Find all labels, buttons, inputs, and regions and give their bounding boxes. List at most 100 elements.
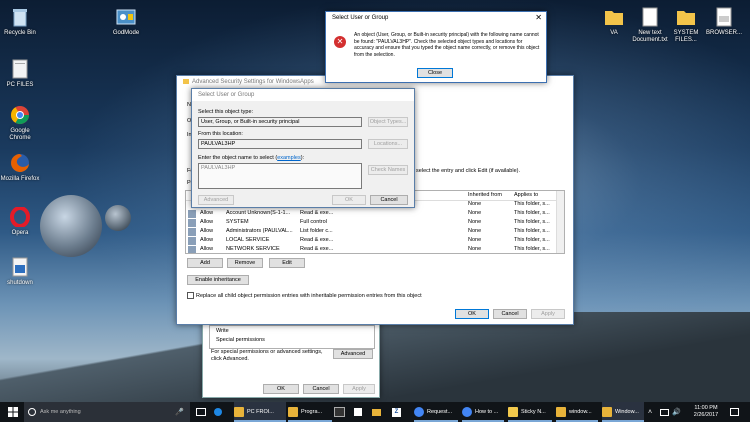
- taskbar-item-windows-apps[interactable]: Window...: [602, 402, 644, 422]
- desktop-icon-system-files[interactable]: SYSTEM FILES...: [666, 6, 706, 44]
- apply-button[interactable]: Apply: [531, 309, 565, 319]
- table-row[interactable]: Allow Account Unknown(S-1-1... Read & ex…: [186, 209, 556, 218]
- table-row[interactable]: Allow NETWORK SERVICE Read & exe... None…: [186, 245, 556, 253]
- sticky-notes-icon: [508, 407, 518, 417]
- desktop-icon-pc-files[interactable]: PC FILES: [0, 58, 40, 89]
- location-field: PAULVAL3HP: [198, 139, 362, 149]
- col-header-inherited[interactable]: Inherited from: [468, 192, 502, 198]
- error-dialog-titlebar[interactable]: Select User or Group ✕: [326, 12, 546, 24]
- col-header-applies[interactable]: Applies to: [514, 192, 538, 198]
- folder-icon: [603, 6, 625, 28]
- firefox-icon: [9, 152, 31, 174]
- chrome-icon: [9, 104, 31, 126]
- ok-button[interactable]: OK: [332, 195, 366, 205]
- chrome-icon: [414, 407, 424, 417]
- examples-link[interactable]: examples: [277, 155, 301, 161]
- taskbar-item-pc-froi[interactable]: PC FROI...: [234, 402, 286, 422]
- control-panel-icon: [115, 6, 137, 28]
- chrome-icon: [462, 407, 472, 417]
- cancel-button[interactable]: Cancel: [303, 384, 339, 394]
- enable-inheritance-button[interactable]: Enable inheritance: [187, 275, 249, 285]
- network-icon[interactable]: [660, 402, 670, 422]
- start-button[interactable]: [8, 402, 18, 422]
- location-label: From this location:: [198, 131, 243, 137]
- search-box[interactable]: Ask me anything 🎤: [24, 402, 190, 422]
- action-center-icon[interactable]: [730, 402, 740, 422]
- error-icon: ✕: [334, 36, 346, 48]
- desktop-icon-opera[interactable]: Opera: [0, 206, 40, 237]
- close-button[interactable]: Close: [417, 68, 453, 78]
- apply-button[interactable]: Apply: [343, 384, 375, 394]
- wallpaper-moon: [105, 205, 131, 231]
- folder-icon: [183, 78, 189, 84]
- table-row[interactable]: Allow LOCAL SERVICE Read & exe... None T…: [186, 236, 556, 245]
- cmd-icon[interactable]: [334, 402, 348, 422]
- text-file-icon: [639, 6, 661, 28]
- object-types-button[interactable]: Object Types...: [368, 117, 408, 127]
- search-icon: [28, 408, 36, 416]
- object-name-input[interactable]: PAULVAL3HP: [198, 163, 362, 189]
- group-icon: [188, 228, 196, 236]
- select-user-dialog: Select User or Group Select this object …: [191, 88, 415, 208]
- edit-button[interactable]: Edit: [269, 258, 305, 268]
- desktop-icon-godmode[interactable]: GodMode: [106, 6, 146, 37]
- permissions-list[interactable]: Write Special permissions: [209, 325, 375, 349]
- desktop-icon-va[interactable]: VA: [594, 6, 634, 37]
- wallpaper-planet: [40, 195, 102, 257]
- select-user-titlebar[interactable]: Select User or Group: [192, 89, 414, 101]
- taskbar-item-sticky-notes[interactable]: Sticky N...: [508, 402, 552, 422]
- remove-button[interactable]: Remove: [227, 258, 263, 268]
- opera-icon: [9, 206, 31, 228]
- table-row[interactable]: Allow Administrators (PAULVAL... List fo…: [186, 227, 556, 236]
- advanced-button[interactable]: Advanced: [198, 195, 234, 205]
- taskbar-item-how-to[interactable]: How to ...: [462, 402, 504, 422]
- bin-file-icon: [713, 6, 735, 28]
- table-scrollbar[interactable]: [556, 191, 564, 253]
- instructions-text: , select the entry and click Edit (if av…: [413, 168, 520, 174]
- cancel-button[interactable]: Cancel: [493, 309, 527, 319]
- ok-button[interactable]: OK: [263, 384, 299, 394]
- table-row[interactable]: Allow SYSTEM Full control None This fold…: [186, 218, 556, 227]
- microphone-icon[interactable]: 🎤: [175, 408, 184, 416]
- object-type-field: User, Group, or Built-in security princi…: [198, 117, 362, 127]
- ok-button[interactable]: OK: [455, 309, 489, 319]
- desktop-icon-firefox[interactable]: Mozilla Firefox: [0, 152, 40, 183]
- show-hidden-icons-icon[interactable]: ˄: [648, 402, 658, 422]
- desktop-icon-browser[interactable]: BROWSER...: [704, 6, 744, 37]
- close-icon[interactable]: ✕: [535, 12, 542, 24]
- task-view-icon[interactable]: [196, 402, 210, 422]
- taskbar-item-progra[interactable]: Progra...: [288, 402, 332, 422]
- cancel-button[interactable]: Cancel: [370, 195, 408, 205]
- desktop-icon-chrome[interactable]: Google Chrome: [0, 104, 40, 142]
- replace-permissions-checkbox[interactable]: [187, 292, 194, 299]
- shutdown-shortcut-icon: [9, 256, 31, 278]
- folder-icon: [9, 58, 31, 80]
- winzip-icon[interactable]: Z: [392, 402, 406, 422]
- folder-icon: [602, 407, 612, 417]
- store-icon[interactable]: [354, 402, 368, 422]
- perm-item-write: Write: [216, 328, 229, 334]
- desktop-icon-shutdown[interactable]: shutdown: [0, 256, 40, 287]
- window-title: Advanced Security Settings for WindowsAp…: [192, 79, 314, 85]
- desktop-icon-recycle-bin[interactable]: Recycle Bin: [0, 6, 40, 37]
- edge-icon[interactable]: [214, 402, 228, 422]
- check-names-button[interactable]: Check Names: [368, 165, 408, 175]
- taskbar-item-window[interactable]: window...: [556, 402, 598, 422]
- clock[interactable]: 11:00 PM 2/26/2017: [686, 402, 726, 422]
- add-button[interactable]: Add: [187, 258, 223, 268]
- locations-button[interactable]: Locations...: [368, 139, 408, 149]
- advanced-button[interactable]: Advanced: [333, 349, 373, 359]
- folder-icon: [234, 407, 244, 417]
- recycle-bin-icon: [9, 6, 31, 28]
- special-permissions-text: For special permissions or advanced sett…: [211, 349, 323, 362]
- file-explorer-icon[interactable]: [372, 402, 386, 422]
- desktop-icon-new-text-document[interactable]: New text Document.txt: [630, 6, 670, 44]
- perm-item-special: Special permissions: [216, 337, 265, 343]
- error-dialog: Select User or Group ✕ ✕ An object (User…: [325, 11, 547, 83]
- error-message: An object (User, Group, or Built-in secu…: [354, 32, 540, 58]
- folder-icon: [288, 407, 298, 417]
- taskbar-item-request[interactable]: Request...: [414, 402, 458, 422]
- folder-icon: [675, 6, 697, 28]
- group-icon: [188, 246, 196, 253]
- volume-icon[interactable]: 🔊: [672, 402, 682, 422]
